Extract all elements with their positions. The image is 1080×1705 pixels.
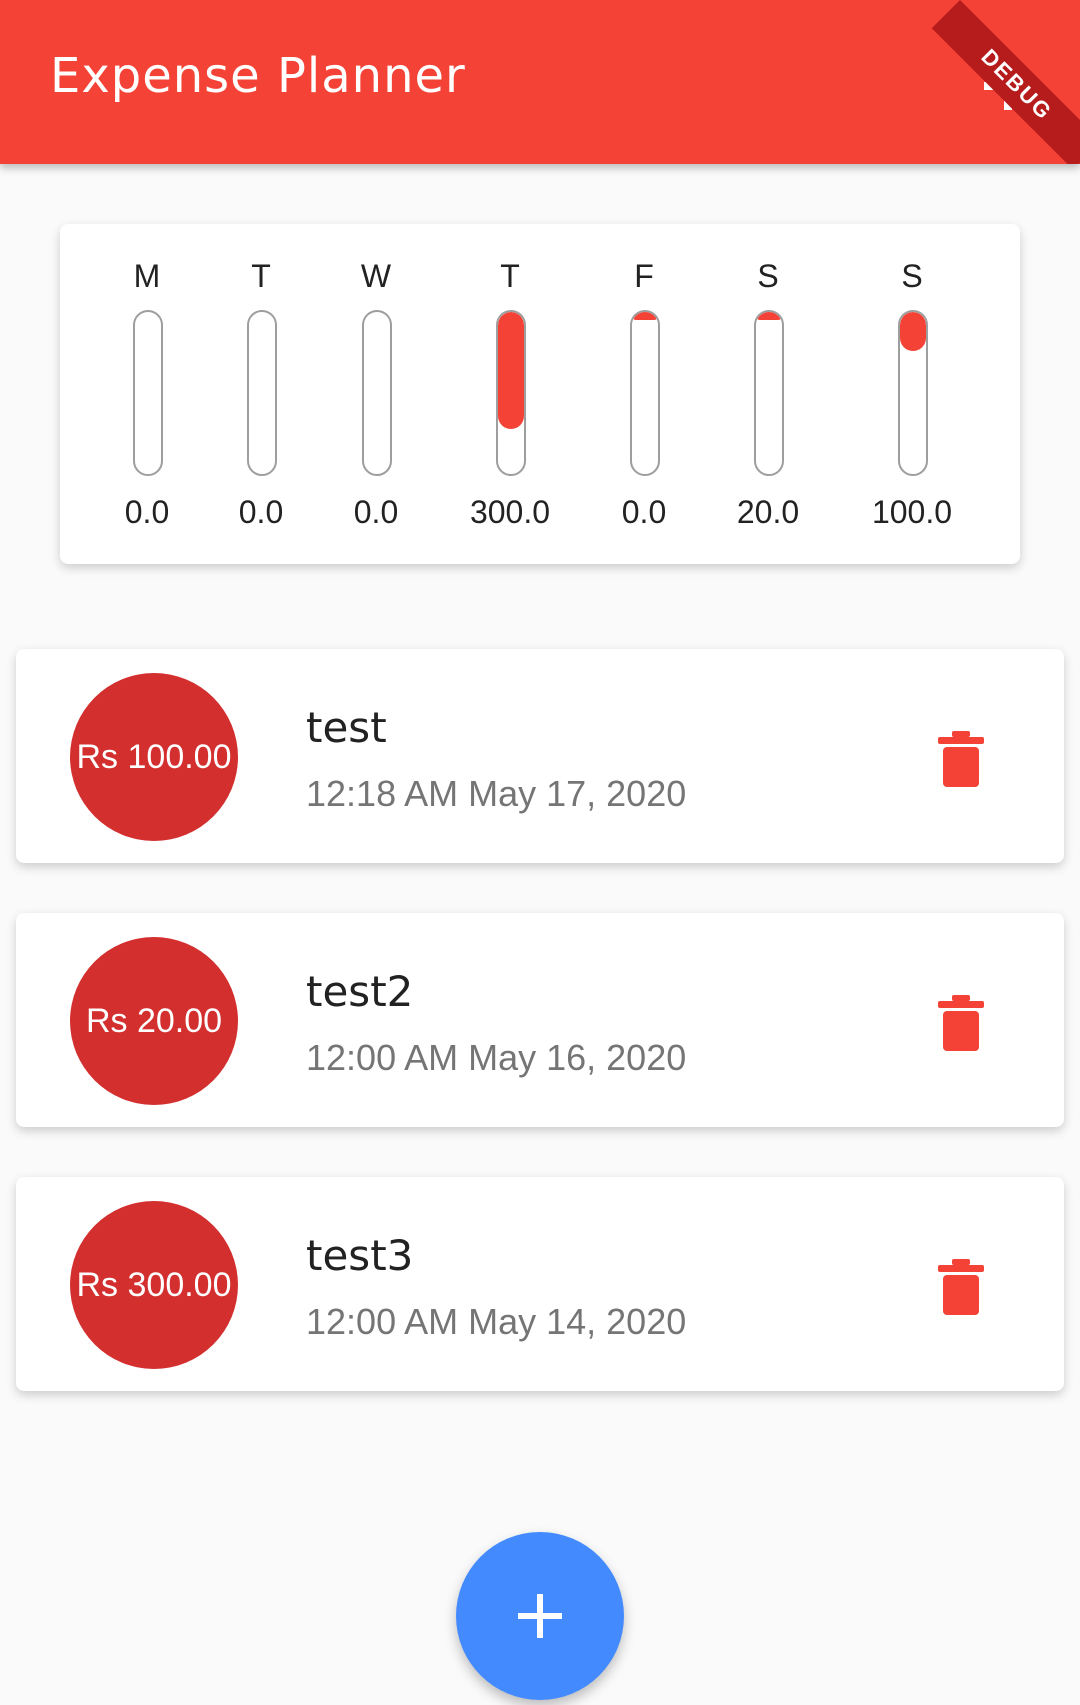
app-title: Expense Planner [50,48,466,104]
transaction-title: test [306,703,387,752]
delete-button[interactable] [934,729,988,789]
bar-track [496,310,526,476]
transaction-date: 12:00 AM May 16, 2020 [306,1037,687,1078]
bar-day-label: M [133,258,161,294]
bar-value-label: 20.0 [736,494,800,530]
debug-banner: DEBUG [931,0,1080,164]
transaction-title: test3 [306,1231,414,1280]
delete-button[interactable] [934,993,988,1053]
bar-track [362,310,392,476]
bar-track [247,310,277,476]
bar-day-label: S [901,258,923,294]
bar-value-label: 100.0 [871,494,953,530]
bar-day-label: T [251,258,271,294]
bar-track [630,310,660,476]
delete-button[interactable] [934,1257,988,1317]
bar-day-label: F [634,258,654,294]
transaction-date: 12:18 AM May 17, 2020 [306,773,687,814]
bar-track [754,310,784,476]
bar-day-label: S [757,258,779,294]
add-fab-button[interactable] [456,1532,624,1700]
transaction-card: Rs 100.00 test 12:18 AM May 17, 2020 [16,649,1064,863]
amount-avatar: Rs 20.00 [70,937,238,1105]
transaction-date: 12:00 AM May 14, 2020 [306,1301,687,1342]
amount-avatar: Rs 300.00 [70,1201,238,1369]
transaction-title: test2 [306,967,414,1016]
trash-icon [938,731,984,787]
bar-value-label: 0.0 [621,494,667,530]
trash-icon [938,995,984,1051]
weekly-chart-card: M 0.0 T 0.0 W 0.0 T 300.0 F 0.0 S 20.0 S… [60,224,1020,564]
plus-icon [518,1594,562,1638]
bar-fill [756,312,782,321]
bar-day-label: W [360,258,392,294]
bar-value-label: 0.0 [353,494,399,530]
bar-track [898,310,928,476]
bar-value-label: 300.0 [469,494,551,530]
amount-avatar: Rs 100.00 [70,673,238,841]
app-bar: Expense Planner DEBUG [0,0,1080,164]
bar-fill [900,312,926,351]
trash-icon [938,1259,984,1315]
transaction-card: Rs 20.00 test2 12:00 AM May 16, 2020 [16,913,1064,1127]
bar-day-label: T [500,258,520,294]
bar-fill [632,312,658,321]
bar-track [133,310,163,476]
bar-fill [498,312,524,429]
transaction-card: Rs 300.00 test3 12:00 AM May 14, 2020 [16,1177,1064,1391]
